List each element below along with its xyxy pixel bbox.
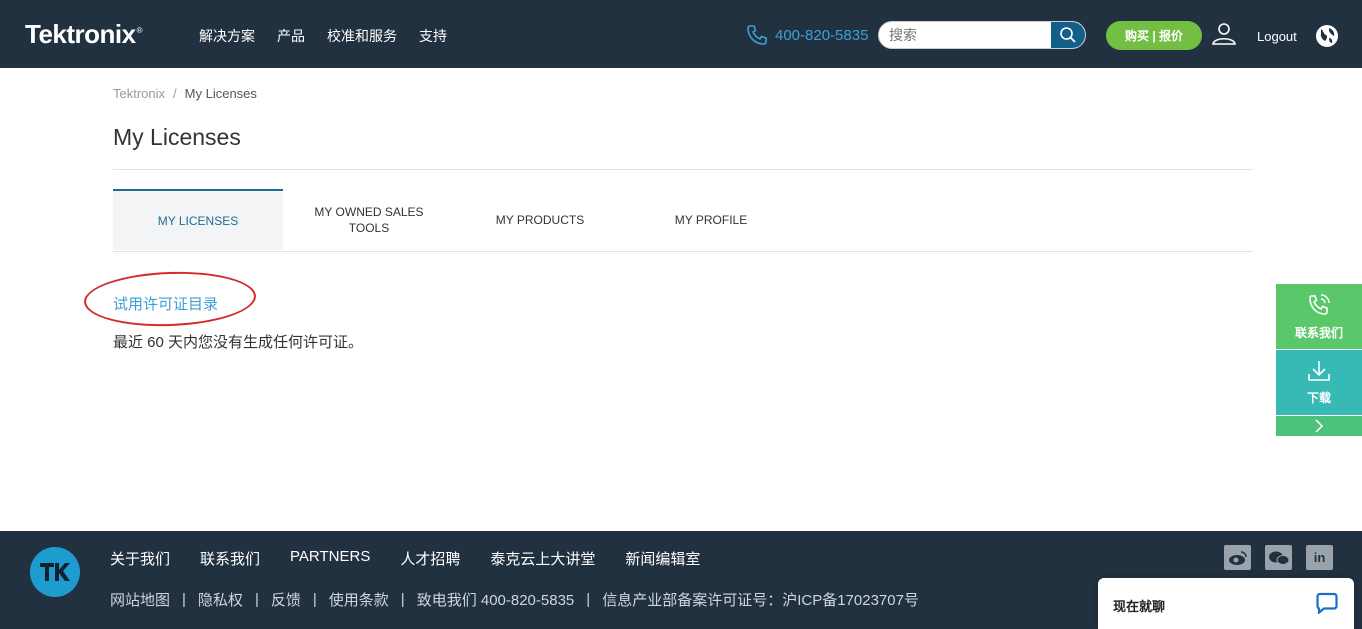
nav-item-support[interactable]: 支持 [419,26,447,46]
breadcrumb-separator: / [173,86,177,101]
tektronix-logo[interactable]: Tektronix® [25,19,143,50]
chat-now-label: 现在就聊 [1113,599,1166,614]
footer-separator: | [182,591,186,608]
footer-separator: | [312,591,317,608]
phone-call-icon [1309,294,1330,315]
tab-my-products[interactable]: MY PRODUCTS [470,189,610,251]
footer-link-partners[interactable]: PARTNERS [290,548,370,569]
footer-primary-links: 关于我们 联系我们 PARTNERS 人才招聘 泰克云上大讲堂 新闻编辑室 [110,548,730,569]
footer-separator: | [400,591,405,608]
chevron-right-icon [1315,419,1324,433]
main-nav: 解决方案 产品 校准和服务 支持 [199,26,469,46]
breadcrumb-current: My Licenses [184,86,257,101]
footer-link-contact[interactable]: 联系我们 [200,548,260,569]
nav-item-products[interactable]: 产品 [277,26,305,46]
collapse-widget-button[interactable] [1276,416,1362,436]
footer-secondary-links: 网站地图 | 隐私权 | 反馈 | 使用条款 | 致电我们 400-820-58… [110,589,919,610]
download-icon [1308,361,1330,381]
tab-my-profile[interactable]: MY PROFILE [641,189,781,251]
live-chat-widget[interactable]: 现在就聊 [1098,578,1354,629]
footer-link-newsroom[interactable]: 新闻编辑室 [625,548,700,569]
contact-us-label: 联系我们 [1294,326,1343,340]
tab-my-licenses[interactable]: MY LICENSES [113,189,283,250]
no-licenses-message: 最近 60 天内您没有生成任何许可证。 [113,334,364,351]
footer-icp-license: 信息产业部备案许可证号：沪ICP备17023707号 [602,592,919,609]
footer-link-feedback[interactable]: 反馈 [271,589,301,610]
weibo-icon[interactable] [1224,545,1251,570]
phone-icon [747,25,767,45]
page-title: My Licenses [113,124,241,150]
footer-link-sitemap[interactable]: 网站地图 [110,589,170,610]
contact-us-button[interactable]: 联系我们 [1276,284,1362,349]
tab-my-owned-sales-tools[interactable]: MY OWNED SALES TOOLS [299,189,439,251]
user-account-icon[interactable] [1211,22,1237,51]
chat-bubble-icon [1316,592,1338,619]
footer-link-careers[interactable]: 人才招聘 [400,548,460,569]
account-tabs: MY LICENSES MY OWNED SALES TOOLS MY PROD… [113,189,1253,252]
search-input[interactable] [879,22,1059,48]
phone-link[interactable]: 400-820-5835 [745,23,868,47]
footer-separator: | [586,591,591,608]
nav-item-calibration-services[interactable]: 校准和服务 [327,26,397,46]
linkedin-icon[interactable]: in [1306,545,1333,570]
buy-quote-button[interactable]: 购买 | 报价 [1106,21,1202,50]
logout-link[interactable]: Logout [1257,29,1297,44]
breadcrumb-home-link[interactable]: Tektronix [113,86,165,101]
breadcrumb: Tektronix / My Licenses [113,86,257,101]
side-floating-widget: 联系我们 下载 [1276,284,1362,436]
phone-number: 400-820-5835 [775,26,869,44]
footer-link-privacy[interactable]: 隐私权 [198,589,243,610]
search-icon [1060,27,1076,43]
footer-link-cloud-lectures[interactable]: 泰克云上大讲堂 [490,548,595,569]
search-box [878,21,1086,49]
wechat-icon[interactable] [1265,545,1292,570]
trial-license-catalog-link[interactable]: 试用许可证目录 [113,293,218,314]
nav-item-solutions[interactable]: 解决方案 [199,26,255,46]
download-label: 下载 [1306,391,1331,405]
footer-link-terms[interactable]: 使用条款 [329,589,389,610]
footer-link-call-us[interactable]: 致电我们 400-820-5835 [417,589,575,610]
download-button[interactable]: 下载 [1276,350,1362,415]
globe-language-icon[interactable] [1315,24,1339,53]
top-navigation-bar: Tektronix® 解决方案 产品 校准和服务 支持 400-820-5835… [0,0,1362,68]
search-button[interactable] [1051,22,1085,48]
footer-link-about[interactable]: 关于我们 [110,548,170,569]
title-divider [113,169,1253,170]
tektronix-footer-logo-icon[interactable] [30,547,80,597]
footer-separator: | [254,591,259,608]
